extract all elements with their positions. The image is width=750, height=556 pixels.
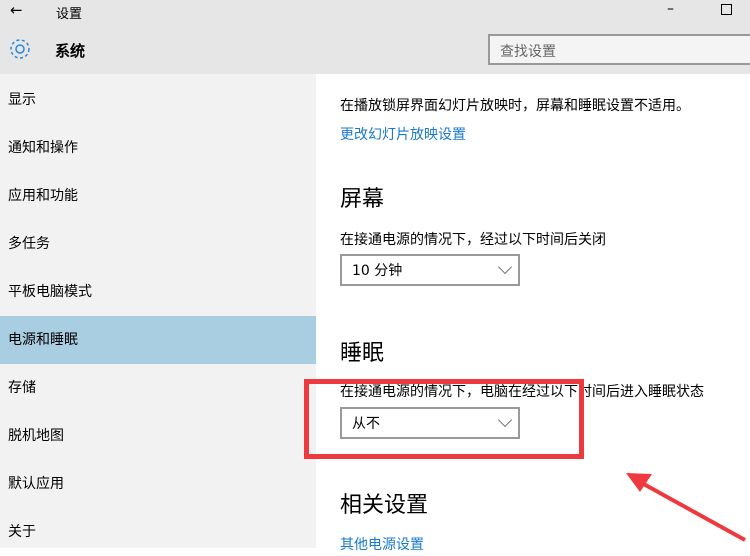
annotation-arrow-icon (626, 473, 746, 542)
